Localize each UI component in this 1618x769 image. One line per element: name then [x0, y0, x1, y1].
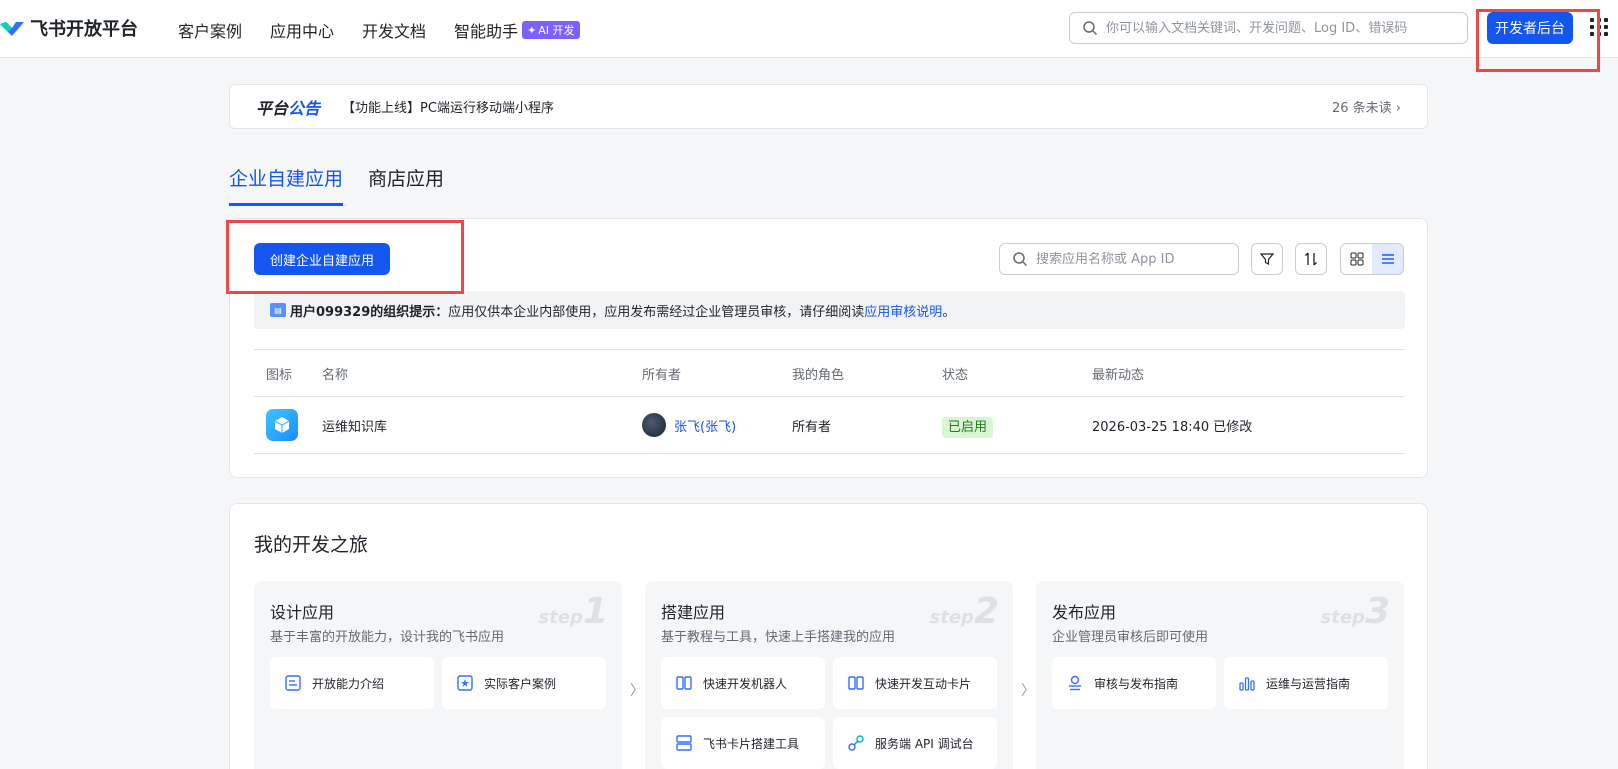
app-grid-icon[interactable] — [1590, 18, 1608, 36]
journey-title: 我的开发之旅 — [254, 534, 369, 556]
col-activity: 最新动态 — [1092, 367, 1145, 383]
my-role: 所有者 — [792, 419, 832, 435]
grid-view-button[interactable] — [1341, 244, 1372, 274]
nav-app-center[interactable]: 应用中心 — [270, 18, 334, 42]
app-owner[interactable]: 张飞(张飞) — [642, 413, 792, 437]
main-nav: 客户案例 应用中心 开发文档 智能助手 ✦ AI 开发 — [178, 18, 580, 42]
col-icon: 图标 — [266, 367, 293, 383]
unread-count-link[interactable]: 26 条未读 › — [1332, 97, 1401, 116]
bar-chart-icon — [1239, 677, 1255, 691]
layout-icon — [676, 735, 692, 751]
step-desc: 基于丰富的开放能力，设计我的飞书应用 — [270, 630, 505, 645]
step-number: step3 — [1320, 591, 1390, 632]
nav-ai-assistant-label: 智能助手 — [454, 22, 519, 41]
nav-ai-assistant[interactable]: 智能助手 ✦ AI 开发 — [454, 18, 580, 42]
status-badge: 已启用 — [942, 416, 994, 438]
step-desc: 基于教程与工具，快速上手搭建我的应用 — [661, 630, 896, 645]
brand-name: 飞书开放平台 — [30, 19, 138, 40]
chevron-right-icon: 〉 — [1021, 683, 1035, 699]
doc-icon — [285, 675, 301, 691]
app-tabs: 企业自建应用 商店应用 — [229, 164, 444, 206]
filter-icon — [1260, 253, 1274, 265]
table-row[interactable]: 运维知识库 张飞(张飞) 所有者 已启用 2026-03-25 18:40 已修… — [254, 397, 1405, 454]
step-title: 搭建应用 — [661, 603, 726, 622]
step-publish: 发布应用 企业管理员审核后即可使用 step3 审核与发布指南 运维与运营指南 — [1036, 581, 1404, 769]
search-icon — [1083, 21, 1098, 36]
list-view-button[interactable] — [1372, 244, 1403, 274]
review-guide-link[interactable]: 应用审核说明 — [864, 301, 942, 320]
link-card-builder[interactable]: 飞书卡片搭建工具 — [661, 717, 825, 769]
ai-badge-label: AI 开发 — [538, 24, 575, 37]
book-icon — [848, 676, 864, 690]
owner-name: 张飞(张飞) — [674, 419, 737, 435]
tip-text: 应用仅供本企业内部使用，应用发布需经过企业管理员审核，请仔细阅读 — [448, 304, 865, 320]
link-icon — [848, 735, 864, 751]
brand-logo[interactable]: 飞书开放平台 — [0, 15, 138, 41]
tab-store-apps[interactable]: 商店应用 — [368, 164, 444, 206]
col-name: 名称 — [322, 367, 349, 383]
tab-custom-apps[interactable]: 企业自建应用 — [229, 164, 344, 206]
link-review-guide[interactable]: 审核与发布指南 — [1052, 657, 1216, 709]
create-custom-app-button[interactable]: 创建企业自建应用 — [254, 243, 390, 275]
sparkle-icon: ✦ — [527, 23, 537, 37]
doc-search-input[interactable] — [1106, 20, 1456, 36]
top-navbar: 飞书开放平台 客户案例 应用中心 开发文档 智能助手 ✦ AI 开发 开发者后台 — [0, 0, 1618, 58]
step-build: 搭建应用 基于教程与工具，快速上手搭建我的应用 step2 快速开发机器人 快速… — [645, 581, 1013, 769]
chevron-right-icon: 〉 — [630, 683, 644, 699]
link-api-debugger[interactable]: 服务端 API 调试台 — [833, 717, 997, 769]
step-number: step1 — [538, 591, 608, 632]
doc-search-box[interactable] — [1069, 12, 1468, 44]
avatar — [642, 413, 666, 437]
link-open-capabilities[interactable]: 开放能力介绍 — [270, 657, 434, 709]
col-role: 我的角色 — [792, 367, 845, 383]
link-ops-guide[interactable]: 运维与运营指南 — [1224, 657, 1388, 709]
sort-icon — [1305, 252, 1317, 266]
view-toggle — [1340, 243, 1404, 275]
announcement-title: 平台公告 — [256, 98, 321, 118]
stamp-icon — [1069, 675, 1081, 691]
developer-console-button[interactable]: 开发者后台 — [1487, 12, 1573, 44]
nav-dev-docs[interactable]: 开发文档 — [362, 18, 426, 42]
app-search-box[interactable] — [999, 243, 1239, 275]
search-icon — [1013, 252, 1028, 267]
step-number: step2 — [929, 591, 999, 632]
ai-badge: ✦ AI 开发 — [522, 21, 580, 39]
col-status: 状态 — [942, 367, 969, 383]
star-card-icon — [457, 675, 473, 691]
announcement-bar: 平台公告 【功能上线】PC端运行移动端小程序 26 条未读 › — [229, 84, 1428, 129]
org-tip-banner: ▤ 用户099329的组织提示： 应用仅供本企业内部使用，应用发布需经过企业管理… — [254, 291, 1405, 329]
step-desc: 企业管理员审核后即可使用 — [1052, 630, 1209, 645]
filter-button[interactable] — [1251, 243, 1283, 275]
feishu-logo-icon — [0, 22, 24, 36]
table-header: 图标 名称 所有者 我的角色 状态 最新动态 — [254, 349, 1405, 397]
app-list-card: 创建企业自建应用 ▤ 用户099329的组织提示： 应用仅供本企业内部使用，应用… — [229, 218, 1428, 478]
org-icon: ▤ — [270, 303, 286, 317]
nav-customer-cases[interactable]: 客户案例 — [178, 18, 242, 42]
tip-prefix: 用户099329的组织提示： — [290, 304, 449, 320]
step-design: 设计应用 基于丰富的开放能力，设计我的飞书应用 step1 开放能力介绍 实际客… — [254, 581, 622, 769]
link-customer-cases[interactable]: 实际客户案例 — [442, 657, 606, 709]
tip-suffix: 。 — [942, 304, 956, 320]
grid-view-icon — [1350, 252, 1363, 266]
latest-activity: 2026-03-25 18:40 已修改 — [1092, 419, 1253, 435]
step-title: 发布应用 — [1052, 603, 1117, 622]
link-quick-card[interactable]: 快速开发互动卡片 — [833, 657, 997, 709]
app-search-input[interactable] — [1036, 251, 1226, 267]
app-table: 图标 名称 所有者 我的角色 状态 最新动态 运维知识库 张飞(张飞) 所有者 … — [254, 349, 1405, 454]
book-icon — [676, 676, 692, 690]
step-title: 设计应用 — [270, 603, 335, 622]
link-quick-bot[interactable]: 快速开发机器人 — [661, 657, 825, 709]
app-name[interactable]: 运维知识库 — [322, 416, 642, 435]
app-cube-icon — [266, 409, 298, 441]
list-view-icon — [1381, 254, 1394, 264]
announcement-text[interactable]: 【功能上线】PC端运行移动端小程序 — [342, 97, 554, 116]
dev-journey-card: 我的开发之旅 设计应用 基于丰富的开放能力，设计我的飞书应用 step1 开放能… — [229, 503, 1428, 769]
sort-button[interactable] — [1295, 243, 1327, 275]
col-owner: 所有者 — [642, 367, 682, 383]
